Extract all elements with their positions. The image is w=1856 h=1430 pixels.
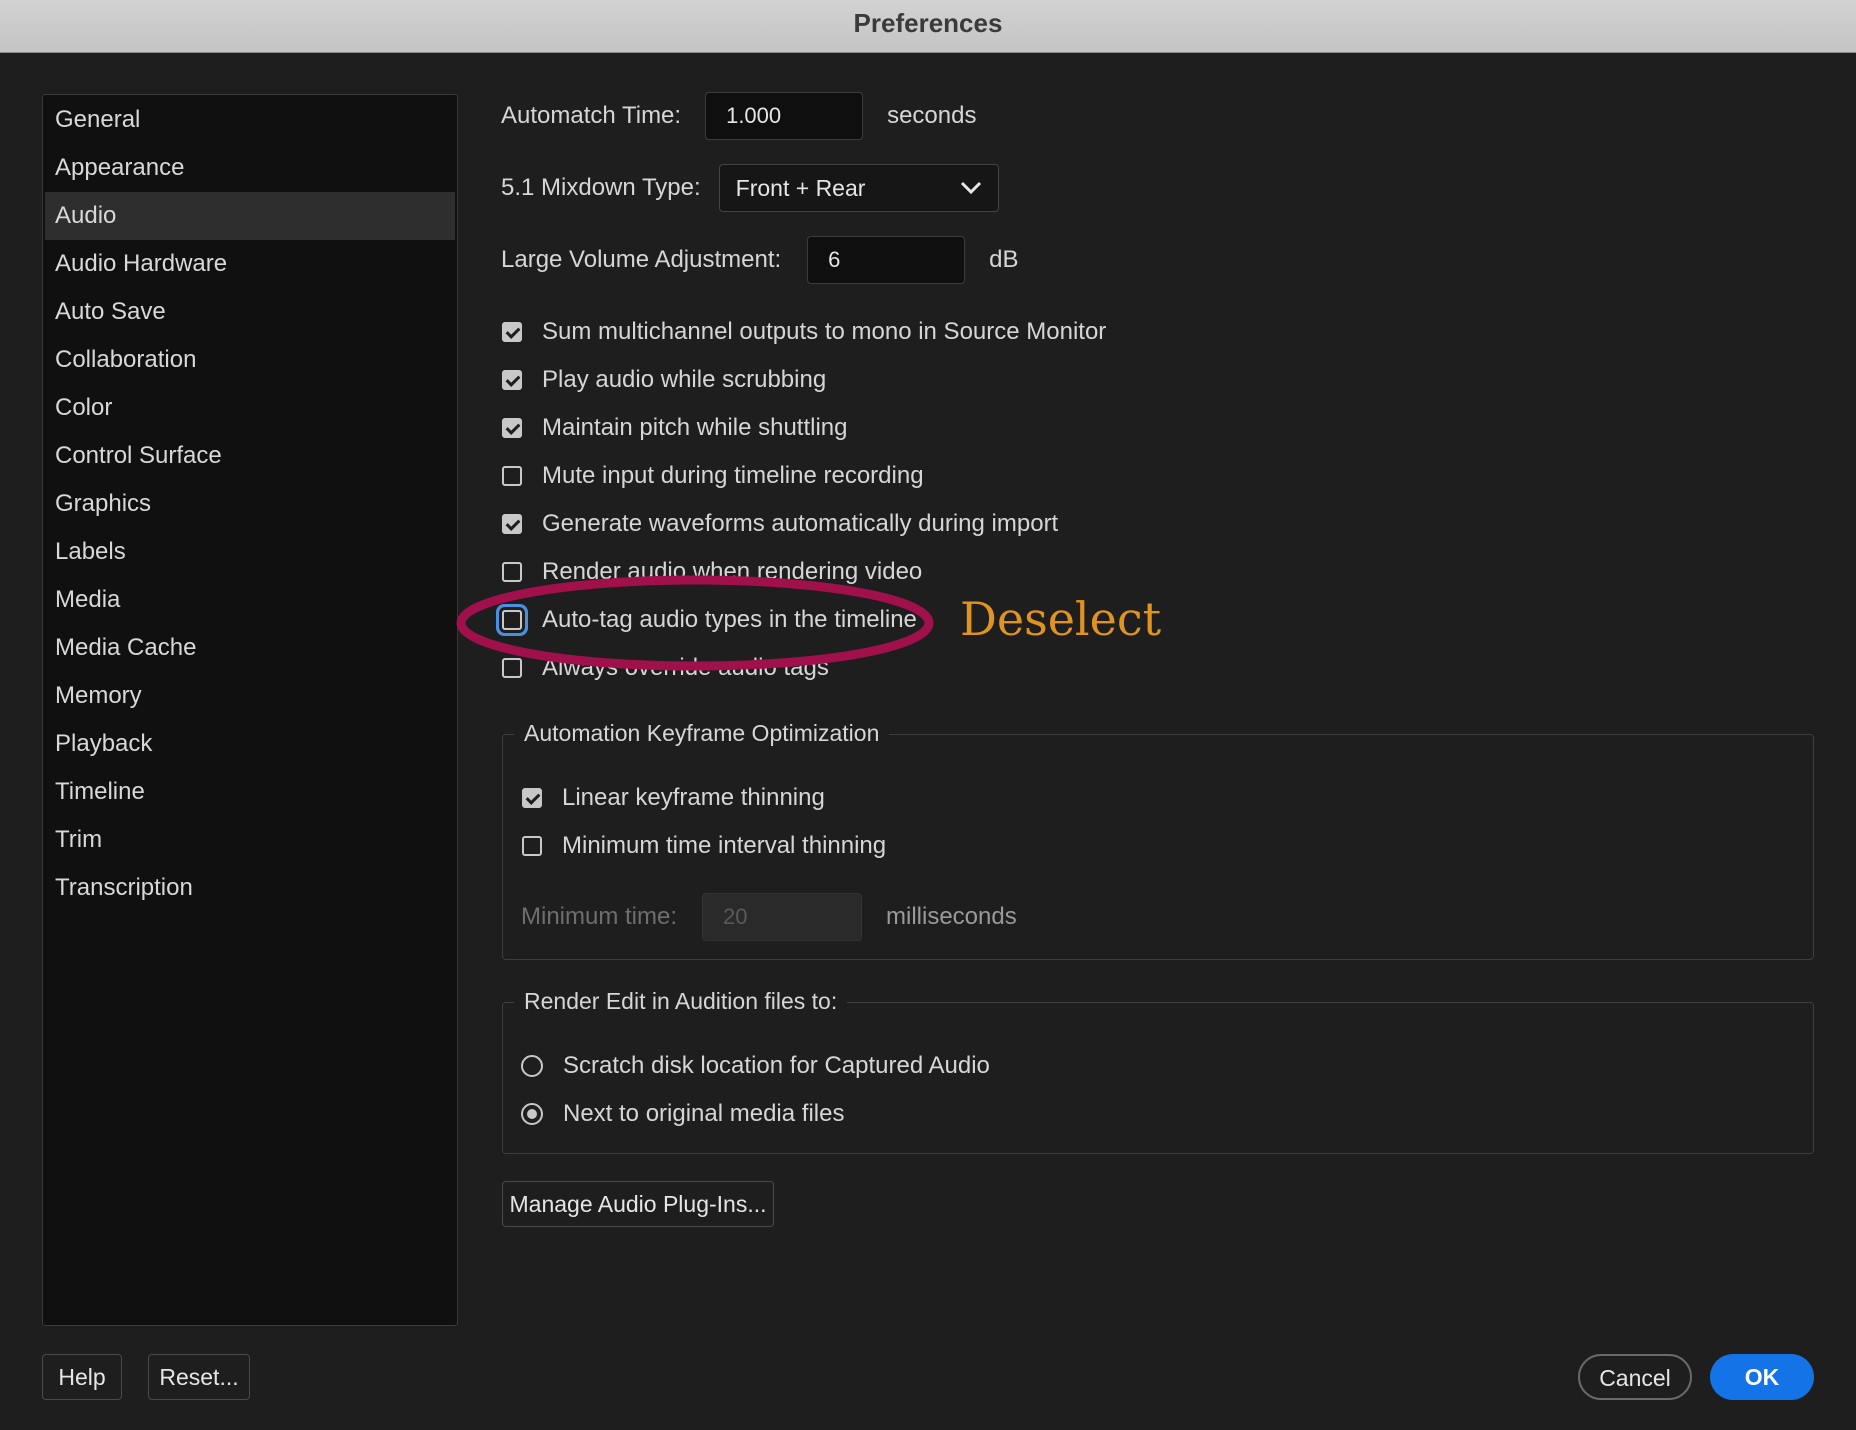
large-volume-row: Large Volume Adjustment: 6 dB <box>501 236 1019 284</box>
sidebar-item-graphics[interactable]: Graphics <box>45 480 455 528</box>
keyframe-group-title: Automation Keyframe Optimization <box>514 720 890 747</box>
checkbox-linear-thinning-row[interactable]: Linear keyframe thinning <box>522 784 825 812</box>
checkbox-mute-input[interactable] <box>502 466 522 486</box>
sidebar-item-playback[interactable]: Playback <box>45 720 455 768</box>
radio-next-to-original-row[interactable]: Next to original media files <box>521 1100 844 1128</box>
ok-button[interactable]: OK <box>1710 1354 1814 1400</box>
radio-scratch-disk-label: Scratch disk location for Captured Audio <box>563 1052 990 1079</box>
checkbox-min-interval-label: Minimum time interval thinning <box>562 832 887 859</box>
sidebar-item-auto-save[interactable]: Auto Save <box>45 288 455 336</box>
annotation-ellipse <box>456 575 934 671</box>
radio-next-to-original-label: Next to original media files <box>563 1100 845 1127</box>
checkbox-sum-mono[interactable] <box>502 322 522 342</box>
checkbox-generate-waveforms-label: Generate waveforms automatically during … <box>542 510 1059 537</box>
checkbox-play-scrubbing[interactable] <box>502 370 522 390</box>
sidebar-item-general[interactable]: General <box>45 96 455 144</box>
sidebar-item-media-cache[interactable]: Media Cache <box>45 624 455 672</box>
sidebar-item-audio-hardware[interactable]: Audio Hardware <box>45 240 455 288</box>
help-button[interactable]: Help <box>42 1354 122 1400</box>
large-volume-label: Large Volume Adjustment: <box>501 246 782 273</box>
checkbox-linear-thinning-label: Linear keyframe thinning <box>562 784 825 811</box>
sidebar-item-collaboration[interactable]: Collaboration <box>45 336 455 384</box>
min-time-row: Minimum time: 20 milliseconds <box>521 893 1017 941</box>
radio-scratch-disk-row[interactable]: Scratch disk location for Captured Audio <box>521 1052 990 1080</box>
checkbox-maintain-pitch-row[interactable]: Maintain pitch while shuttling <box>502 414 848 442</box>
sidebar-item-media[interactable]: Media <box>45 576 455 624</box>
checkbox-generate-waveforms[interactable] <box>502 514 522 534</box>
automatch-row: Automatch Time: 1.000 seconds <box>501 92 976 140</box>
window-titlebar: Preferences <box>0 0 1856 53</box>
sidebar-item-color[interactable]: Color <box>45 384 455 432</box>
checkbox-sum-mono-label: Sum multichannel outputs to mono in Sour… <box>542 318 1107 345</box>
sidebar-item-audio[interactable]: Audio <box>45 192 455 240</box>
sidebar-item-labels[interactable]: Labels <box>45 528 455 576</box>
automatch-input[interactable]: 1.000 <box>705 92 864 140</box>
sidebar-item-timeline[interactable]: Timeline <box>45 768 455 816</box>
checkbox-mute-input-row[interactable]: Mute input during timeline recording <box>502 462 924 490</box>
chevron-down-icon <box>960 181 981 195</box>
min-time-label: Minimum time: <box>521 903 678 930</box>
min-time-unit: milliseconds <box>886 903 1017 930</box>
checkbox-linear-thinning[interactable] <box>522 788 542 808</box>
sidebar-item-transcription[interactable]: Transcription <box>45 864 455 912</box>
mixdown-select[interactable]: Front + Rear <box>718 164 999 212</box>
window-title: Preferences <box>853 8 1003 38</box>
manage-plugins-button[interactable]: Manage Audio Plug-Ins... <box>502 1181 774 1227</box>
checkbox-min-interval-row[interactable]: Minimum time interval thinning <box>522 832 886 860</box>
automatch-unit: seconds <box>887 102 977 129</box>
sidebar-item-appearance[interactable]: Appearance <box>45 144 455 192</box>
checkbox-maintain-pitch[interactable] <box>502 418 522 438</box>
checkbox-maintain-pitch-label: Maintain pitch while shuttling <box>542 414 848 441</box>
sidebar-item-control-surface[interactable]: Control Surface <box>45 432 455 480</box>
checkbox-play-scrubbing-label: Play audio while scrubbing <box>542 366 827 393</box>
mixdown-label: 5.1 Mixdown Type: <box>501 174 701 201</box>
checkbox-min-interval[interactable] <box>522 836 542 856</box>
sidebar-item-memory[interactable]: Memory <box>45 672 455 720</box>
sidebar-item-trim[interactable]: Trim <box>45 816 455 864</box>
checkbox-play-scrubbing-row[interactable]: Play audio while scrubbing <box>502 366 826 394</box>
large-volume-input[interactable]: 6 <box>807 236 966 284</box>
automatch-label: Automatch Time: <box>501 102 682 129</box>
render-group-title: Render Edit in Audition files to: <box>514 988 848 1015</box>
radio-scratch-disk[interactable] <box>521 1055 543 1077</box>
large-volume-unit: dB <box>989 246 1019 273</box>
cancel-button[interactable]: Cancel <box>1578 1354 1692 1400</box>
checkbox-mute-input-label: Mute input during timeline recording <box>542 462 924 489</box>
mixdown-value: Front + Rear <box>735 174 866 201</box>
radio-next-to-original[interactable] <box>521 1103 543 1125</box>
reset-button[interactable]: Reset... <box>148 1354 250 1400</box>
mixdown-row: 5.1 Mixdown Type: Front + Rear <box>501 164 999 212</box>
checkbox-generate-waveforms-row[interactable]: Generate waveforms automatically during … <box>502 510 1058 538</box>
min-time-input: 20 <box>702 893 863 941</box>
annotation-deselect-text: Deselect <box>960 592 1162 646</box>
preferences-sidebar: General Appearance Audio Audio Hardware … <box>42 94 458 1326</box>
checkbox-sum-mono-row[interactable]: Sum multichannel outputs to mono in Sour… <box>502 318 1106 346</box>
